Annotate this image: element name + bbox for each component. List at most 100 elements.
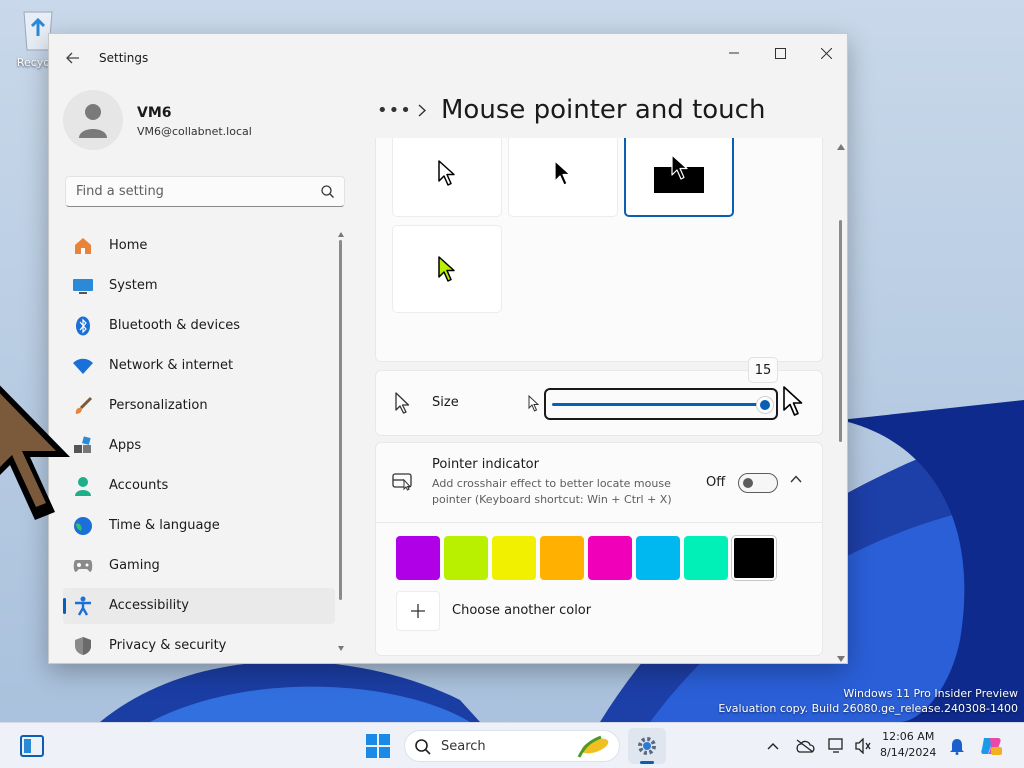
settings-window: Settings VM6 VM6@collabnet.local Find a …: [48, 33, 848, 664]
pointer-indicator-card: Pointer indicator Add crosshair effect t…: [375, 442, 823, 656]
minimize-button[interactable]: [711, 38, 757, 68]
content-scrollbar[interactable]: [837, 140, 845, 663]
settings-search: [65, 176, 345, 207]
clock-time: 12:06 AM: [882, 730, 935, 743]
system-icon: [73, 276, 93, 296]
taskbar: Search 12:06 AM 8/14/2024: [0, 722, 1024, 768]
breadcrumb-overflow[interactable]: •••: [377, 100, 411, 121]
taskbar-search[interactable]: Search: [404, 730, 620, 762]
content-pane: Size 15 Pointer indicator Add crosshair …: [375, 138, 825, 663]
bell-icon: [950, 739, 964, 755]
widgets-button[interactable]: [14, 731, 50, 761]
size-label: Size: [432, 395, 459, 410]
large-cursor-icon: [783, 386, 803, 416]
sidebar-item-label: System: [109, 278, 158, 293]
tray-network[interactable]: [826, 735, 848, 757]
color-swatch[interactable]: [588, 536, 632, 580]
sidebar-item-gaming[interactable]: Gaming: [63, 548, 335, 584]
scroll-up-icon: [338, 232, 344, 237]
add-color-label: Choose another color: [452, 603, 592, 618]
pointer-indicator-toggle[interactable]: [738, 473, 778, 493]
sidebar-item-home[interactable]: Home: [63, 228, 335, 264]
cursor-custom-icon: [438, 256, 455, 282]
pointer-style-white[interactable]: [392, 138, 502, 217]
accessibility-icon: [73, 596, 93, 616]
avatar: [63, 90, 123, 150]
pointer-style-black[interactable]: [508, 138, 618, 217]
maximize-button[interactable]: [757, 38, 803, 68]
color-swatch[interactable]: [684, 536, 728, 580]
sidebar-item-label: Time & language: [109, 518, 220, 533]
profile-name: VM6: [137, 105, 172, 121]
slider-track: [552, 403, 762, 406]
sidebar-item-label: Gaming: [109, 558, 160, 573]
sidebar-item-system[interactable]: System: [63, 268, 335, 304]
sidebar-item-accessibility[interactable]: Accessibility: [63, 588, 335, 624]
sidebar-item-label: Bluetooth & devices: [109, 318, 240, 333]
shield-icon: [73, 636, 93, 656]
watermark-line-1: Windows 11 Pro Insider Preview: [843, 687, 1018, 700]
crosshair-pointer-icon: [392, 473, 412, 491]
gamepad-icon: [73, 556, 93, 576]
toggle-state-label: Off: [706, 475, 726, 490]
search-icon: [321, 185, 334, 198]
close-button[interactable]: [803, 38, 847, 68]
sidebar-item-privacy[interactable]: Privacy & security: [63, 628, 335, 660]
color-swatch[interactable]: [540, 536, 584, 580]
slider-thumb[interactable]: [756, 396, 774, 414]
cursor-inverted-icon: [654, 154, 704, 193]
widgets-icon: [20, 735, 44, 757]
close-icon: [820, 47, 832, 59]
sidebar-item-label: Accessibility: [109, 598, 189, 613]
pointer-style-custom[interactable]: [392, 225, 502, 313]
chevron-up-icon[interactable]: [790, 475, 802, 483]
scroll-down-icon: [837, 656, 845, 662]
pointer-style-inverted[interactable]: [624, 138, 734, 217]
sidebar-scrollbar[interactable]: [338, 232, 344, 652]
copilot-icon: [981, 738, 1002, 755]
color-swatch[interactable]: [444, 536, 488, 580]
tray-volume[interactable]: [852, 735, 874, 757]
sidebar-item-label: Apps: [109, 438, 142, 453]
taskbar-clock[interactable]: 12:06 AM 8/14/2024: [880, 729, 936, 761]
color-swatch[interactable]: [636, 536, 680, 580]
add-color-button[interactable]: [396, 591, 440, 631]
network-icon: [828, 738, 843, 753]
windows-logo-icon: [366, 734, 390, 758]
tray-overflow-button[interactable]: [762, 735, 784, 757]
bluetooth-icon: [73, 316, 93, 336]
color-swatches: [396, 535, 780, 581]
title-bar: Settings: [49, 34, 847, 80]
copilot-button[interactable]: [980, 735, 1002, 757]
pointer-indicator-header[interactable]: Pointer indicator Add crosshair effect t…: [376, 443, 822, 523]
sidebar-item-label: Home: [109, 238, 148, 253]
chevron-right-icon: [411, 103, 433, 117]
sidebar-scroll-thumb[interactable]: [339, 240, 342, 600]
app-title: Settings: [99, 51, 149, 65]
sidebar-item-bluetooth[interactable]: Bluetooth & devices: [63, 308, 335, 344]
pointer-size-icon: [395, 392, 410, 414]
back-button[interactable]: [59, 46, 87, 70]
user-profile[interactable]: VM6 VM6@collabnet.local: [63, 90, 353, 150]
tray-onedrive[interactable]: [794, 735, 816, 757]
color-swatch[interactable]: [492, 536, 536, 580]
pointer-indicator-title: Pointer indicator: [432, 457, 539, 472]
start-button[interactable]: [360, 729, 396, 763]
search-input[interactable]: [66, 177, 316, 206]
taskbar-settings-app[interactable]: [628, 728, 666, 764]
cloud-off-icon: [796, 739, 815, 753]
color-swatch[interactable]: [731, 535, 777, 581]
notifications-button[interactable]: [946, 735, 968, 757]
gear-icon: [638, 737, 656, 755]
corn-highlight-icon: [577, 735, 609, 758]
content-scroll-thumb[interactable]: [839, 220, 842, 442]
pointer-style-card: [375, 138, 823, 362]
cursor-black-icon: [554, 160, 571, 186]
size-slider[interactable]: [544, 388, 778, 420]
plus-icon: [411, 604, 425, 618]
breadcrumb: ••• Mouse pointer and touch: [377, 92, 765, 128]
chevron-up-icon: [767, 743, 779, 750]
home-icon: [73, 236, 93, 256]
scroll-down-icon: [338, 646, 344, 651]
color-swatch[interactable]: [396, 536, 440, 580]
